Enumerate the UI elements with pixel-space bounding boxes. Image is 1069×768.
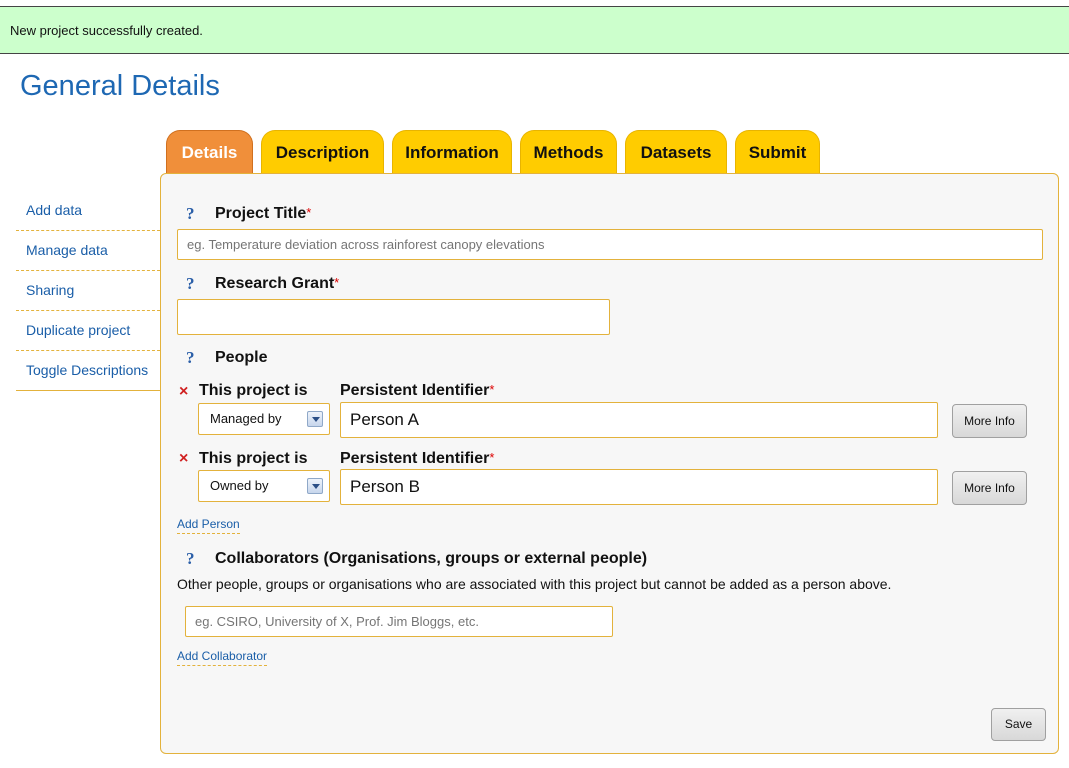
tab-submit[interactable]: Submit (735, 130, 820, 173)
tab-information[interactable]: Information (392, 130, 512, 173)
required-marker: * (489, 382, 495, 397)
tab-description[interactable]: Description (261, 130, 384, 173)
remove-person-icon[interactable]: × (179, 450, 188, 468)
help-icon-collaborators[interactable]: ? (186, 549, 195, 569)
page-title: General Details (20, 70, 220, 102)
tab-details[interactable]: Details (166, 130, 253, 174)
more-info-button[interactable]: More Info (952, 471, 1027, 505)
persistent-identifier-input[interactable] (340, 402, 938, 438)
sidebar-item-manage-data[interactable]: Manage data (16, 231, 160, 271)
relation-select[interactable]: Managed by (198, 403, 330, 435)
help-icon-people[interactable]: ? (186, 348, 195, 368)
sidebar-item-sharing[interactable]: Sharing (16, 271, 160, 311)
collaborator-input[interactable] (185, 606, 613, 637)
help-icon-research-grant[interactable]: ? (186, 274, 195, 294)
required-marker: * (489, 450, 495, 465)
remove-person-icon[interactable]: × (179, 383, 188, 401)
chevron-down-icon[interactable] (307, 478, 323, 494)
identifier-label-text: Persistent Identifier (340, 382, 490, 399)
add-collaborator-link[interactable]: Add Collaborator (177, 649, 268, 666)
people-label: People (215, 349, 268, 366)
research-grant-label-text: Research Grant (215, 275, 335, 292)
collaborators-description: Other people, groups or organisations wh… (177, 576, 892, 592)
sidebar-item-duplicate-project[interactable]: Duplicate project (16, 311, 160, 351)
chevron-down-icon[interactable] (307, 411, 323, 427)
success-notice: New project successfully created. (0, 6, 1069, 54)
relation-label: This project is (199, 450, 308, 467)
research-grant-input[interactable] (177, 299, 610, 335)
sidebar-item-add-data[interactable]: Add data (16, 191, 160, 231)
add-person-link[interactable]: Add Person (177, 517, 240, 534)
help-icon-project-title[interactable]: ? (186, 204, 195, 224)
research-grant-label: Research Grant* (215, 275, 339, 293)
relation-select-value: Owned by (210, 478, 269, 493)
identifier-label: Persistent Identifier* (340, 382, 494, 400)
more-info-button[interactable]: More Info (952, 404, 1027, 438)
persistent-identifier-input[interactable] (340, 469, 938, 505)
project-title-label: Project Title* (215, 205, 311, 223)
relation-select-value: Managed by (210, 411, 282, 426)
identifier-label-text: Persistent Identifier (340, 450, 490, 467)
sidebar-item-toggle-descriptions[interactable]: Toggle Descriptions (16, 351, 160, 391)
tab-datasets[interactable]: Datasets (625, 130, 727, 173)
identifier-label: Persistent Identifier* (340, 450, 494, 468)
save-button[interactable]: Save (991, 708, 1046, 741)
collaborators-label: Collaborators (Organisations, groups or … (215, 550, 648, 567)
required-marker: * (306, 205, 312, 220)
project-title-label-text: Project Title (215, 205, 307, 222)
tab-methods[interactable]: Methods (520, 130, 617, 173)
relation-select[interactable]: Owned by (198, 470, 330, 502)
project-title-input[interactable] (177, 229, 1043, 260)
required-marker: * (334, 275, 340, 290)
sidebar: Add data Manage data Sharing Duplicate p… (16, 191, 160, 391)
relation-label: This project is (199, 382, 308, 399)
